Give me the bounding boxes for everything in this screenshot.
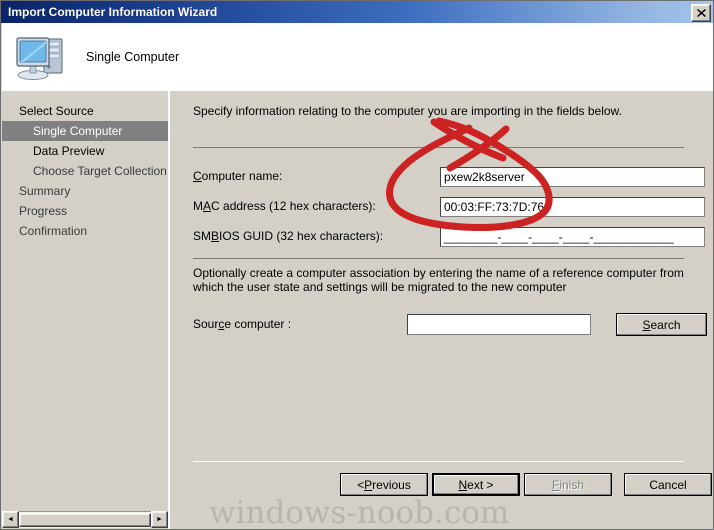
title-bar: Import Computer Information Wizard: [1, 1, 713, 23]
source-computer-input[interactable]: [407, 314, 591, 335]
next-button[interactable]: Next >: [432, 473, 520, 496]
close-glyph: [696, 9, 706, 17]
smbios-guid-label: SMBIOS GUID (32 hex characters):: [193, 229, 384, 243]
cancel-button[interactable]: Cancel: [624, 473, 712, 496]
intro-instruction-text: Specify information relating to the comp…: [193, 104, 622, 118]
separator-middle: [193, 258, 684, 259]
window-title: Import Computer Information Wizard: [8, 5, 218, 19]
sidebar-horizontal-scrollbar[interactable]: ◄ ►: [2, 511, 168, 528]
source-computer-label: Source computer :: [193, 317, 292, 331]
sidebar-item-confirmation[interactable]: Confirmation: [2, 221, 168, 241]
wizard-button-bar: < Previous Next > Finish Cancel: [170, 462, 713, 529]
field-row-smbios-guid: SMBIOS GUID (32 hex characters): _______…: [193, 227, 705, 247]
computer-name-label: Computer name:: [193, 169, 283, 183]
sidebar-item-progress[interactable]: Progress: [2, 201, 168, 221]
mac-address-label: MAC address (12 hex characters):: [193, 199, 376, 213]
scroll-left-arrow-icon[interactable]: ◄: [2, 511, 19, 528]
wizard-body: Select Source Single Computer Data Previ…: [2, 90, 713, 529]
wizard-header: Single Computer: [2, 23, 713, 90]
sidebar-item-choose-target-collection[interactable]: Choose Target Collection: [2, 161, 168, 181]
sidebar-item-summary[interactable]: Summary: [2, 181, 168, 201]
sidebar-item-select-source[interactable]: Select Source: [2, 101, 168, 121]
wizard-page-title: Single Computer: [86, 49, 180, 64]
separator-top: [193, 147, 684, 148]
smbios-guid-input[interactable]: ________-____-____-____-____________: [440, 227, 705, 247]
scroll-right-arrow-icon[interactable]: ►: [151, 511, 168, 528]
scroll-thumb[interactable]: [19, 513, 151, 527]
close-icon[interactable]: [691, 4, 711, 22]
field-row-source-computer: Source computer : Search: [193, 313, 707, 336]
computer-name-input[interactable]: pxew2k8server: [440, 167, 705, 187]
computer-icon: [16, 36, 63, 80]
sidebar-item-data-preview[interactable]: Data Preview: [2, 141, 168, 161]
previous-button[interactable]: < Previous: [340, 473, 428, 496]
sidebar-item-single-computer[interactable]: Single Computer: [2, 121, 168, 141]
field-row-computer-name: Computer name: pxew2k8server: [193, 167, 705, 187]
association-description-text: Optionally create a computer association…: [193, 266, 684, 294]
mac-address-input[interactable]: 00:03:FF:73:7D:76: [440, 197, 705, 217]
import-computer-information-wizard-window: Import Computer Information Wizard Singl…: [0, 0, 714, 530]
wizard-step-sidebar: Select Source Single Computer Data Previ…: [2, 91, 168, 529]
search-button[interactable]: Search: [616, 313, 707, 336]
field-row-mac-address: MAC address (12 hex characters): 00:03:F…: [193, 197, 705, 217]
finish-button: Finish: [524, 473, 612, 496]
scroll-track[interactable]: [19, 511, 151, 528]
